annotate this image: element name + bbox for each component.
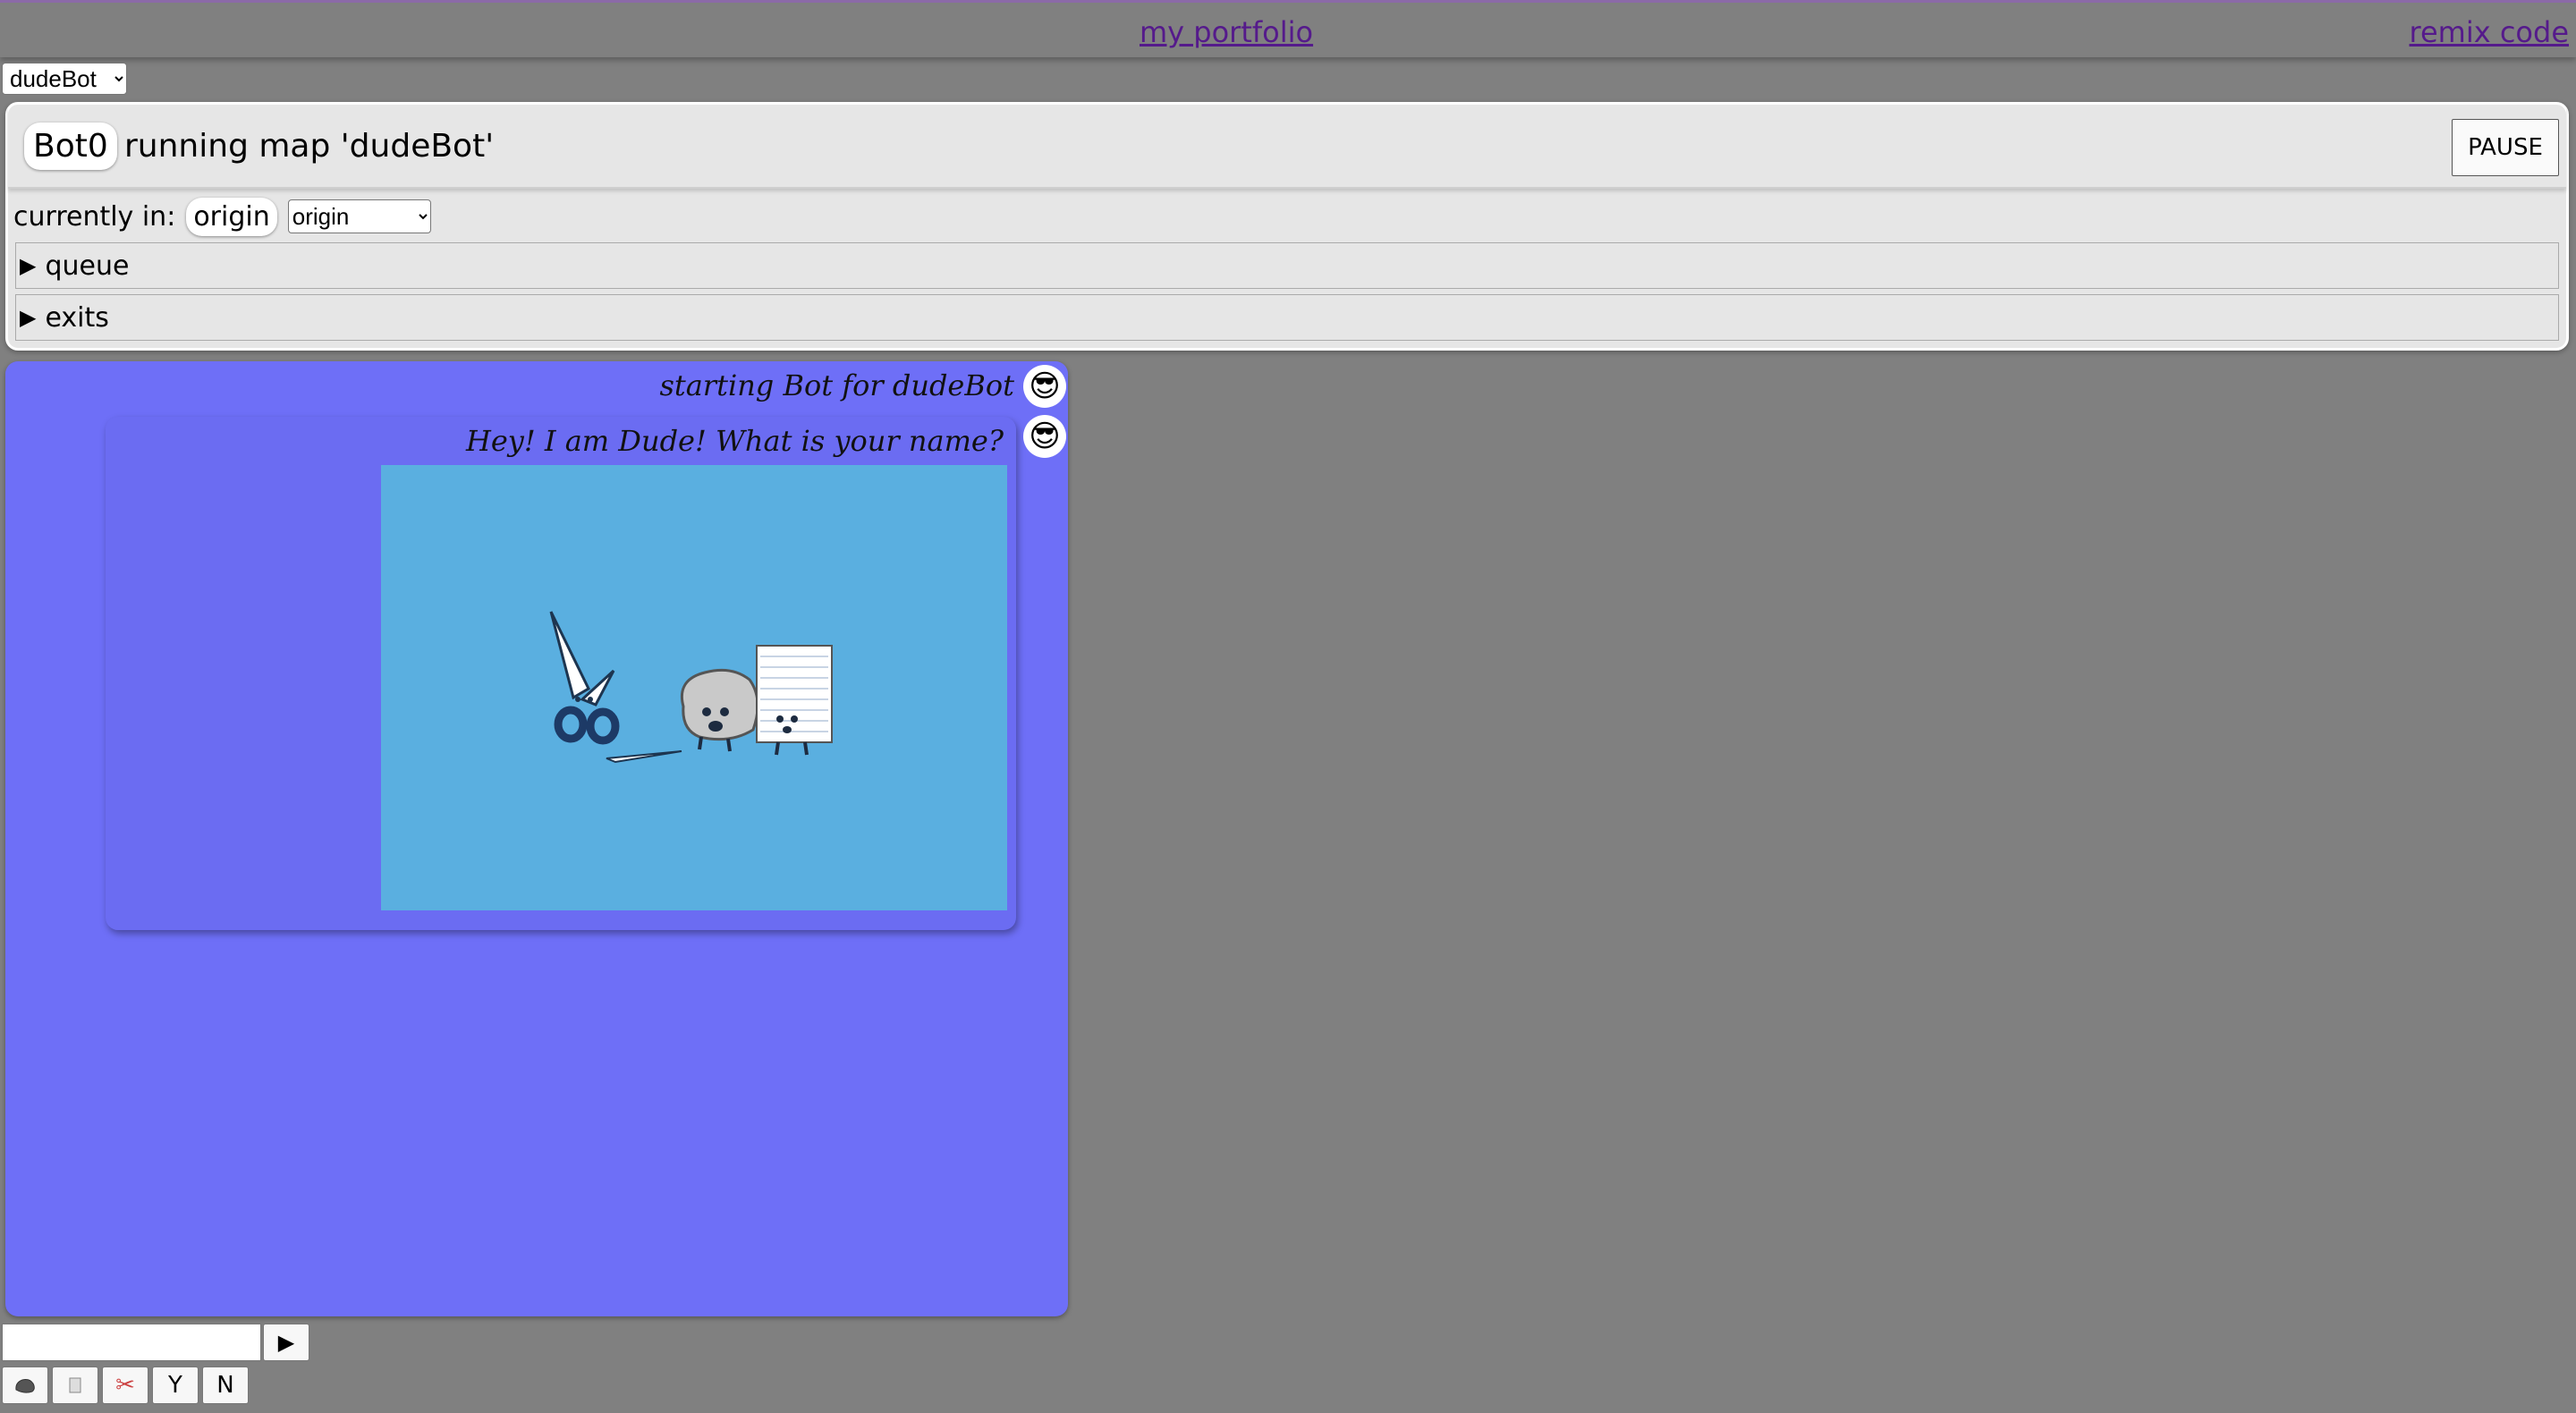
exits-label: exits bbox=[45, 301, 109, 334]
rock-paper-scissors-illustration bbox=[549, 611, 833, 764]
disclosure-triangle-icon: ▶ bbox=[20, 253, 37, 278]
currently-in-label: currently in: bbox=[13, 200, 176, 233]
rock-icon bbox=[15, 1379, 35, 1393]
disclosure-triangle-icon: ▶ bbox=[20, 305, 37, 330]
remix-code-link[interactable]: remix code bbox=[2410, 15, 2569, 49]
paper-button[interactable] bbox=[52, 1366, 98, 1404]
yes-button[interactable]: Y bbox=[152, 1366, 199, 1404]
current-location-badge: origin bbox=[186, 197, 277, 236]
bot-status-text: running map 'dudeBot' bbox=[124, 128, 495, 165]
chat-area: starting Bot for dudeBot 😎 Hey! I am Dud… bbox=[5, 361, 1068, 1316]
location-select[interactable]: origin bbox=[287, 199, 431, 233]
no-button[interactable]: N bbox=[202, 1366, 249, 1404]
bot-avatar-icon: 😎 bbox=[1023, 415, 1066, 458]
rock-icon bbox=[681, 668, 759, 752]
scissors-button[interactable]: ✂ bbox=[102, 1366, 148, 1404]
bot-header: Bot0 running map 'dudeBot' PAUSE bbox=[8, 105, 2566, 189]
pause-button[interactable]: PAUSE bbox=[2452, 119, 2559, 176]
paper-icon bbox=[756, 645, 833, 756]
bot-name-badge: Bot0 bbox=[24, 123, 117, 170]
location-row: currently in: origin origin bbox=[13, 194, 431, 239]
scissors-icon: ✂ bbox=[115, 1372, 135, 1399]
portfolio-link[interactable]: my portfolio bbox=[1140, 15, 1313, 49]
paper-icon bbox=[69, 1377, 81, 1393]
chat-message: starting Bot for dudeBot bbox=[659, 368, 1014, 402]
bot-avatar-icon: 😎 bbox=[1023, 365, 1066, 408]
exits-disclosure[interactable]: ▶ exits bbox=[15, 294, 2559, 341]
quick-reply-row: ✂ Y N bbox=[2, 1366, 249, 1404]
chat-message: Hey! I am Dude! What is your name? bbox=[465, 424, 1004, 458]
top-nav: my portfolio remix code bbox=[0, 0, 2576, 57]
bot-panel: Bot0 running map 'dudeBot' PAUSE current… bbox=[5, 102, 2569, 351]
queue-disclosure[interactable]: ▶ queue bbox=[15, 242, 2559, 289]
rock-paper-scissors-image bbox=[381, 465, 1007, 910]
queue-label: queue bbox=[45, 250, 130, 282]
rock-button[interactable] bbox=[2, 1366, 48, 1404]
chat-input[interactable] bbox=[2, 1324, 261, 1361]
map-select[interactable]: dudeBot bbox=[2, 63, 127, 95]
scissors-icon bbox=[549, 611, 682, 764]
send-button[interactable]: ▶ bbox=[263, 1324, 309, 1361]
